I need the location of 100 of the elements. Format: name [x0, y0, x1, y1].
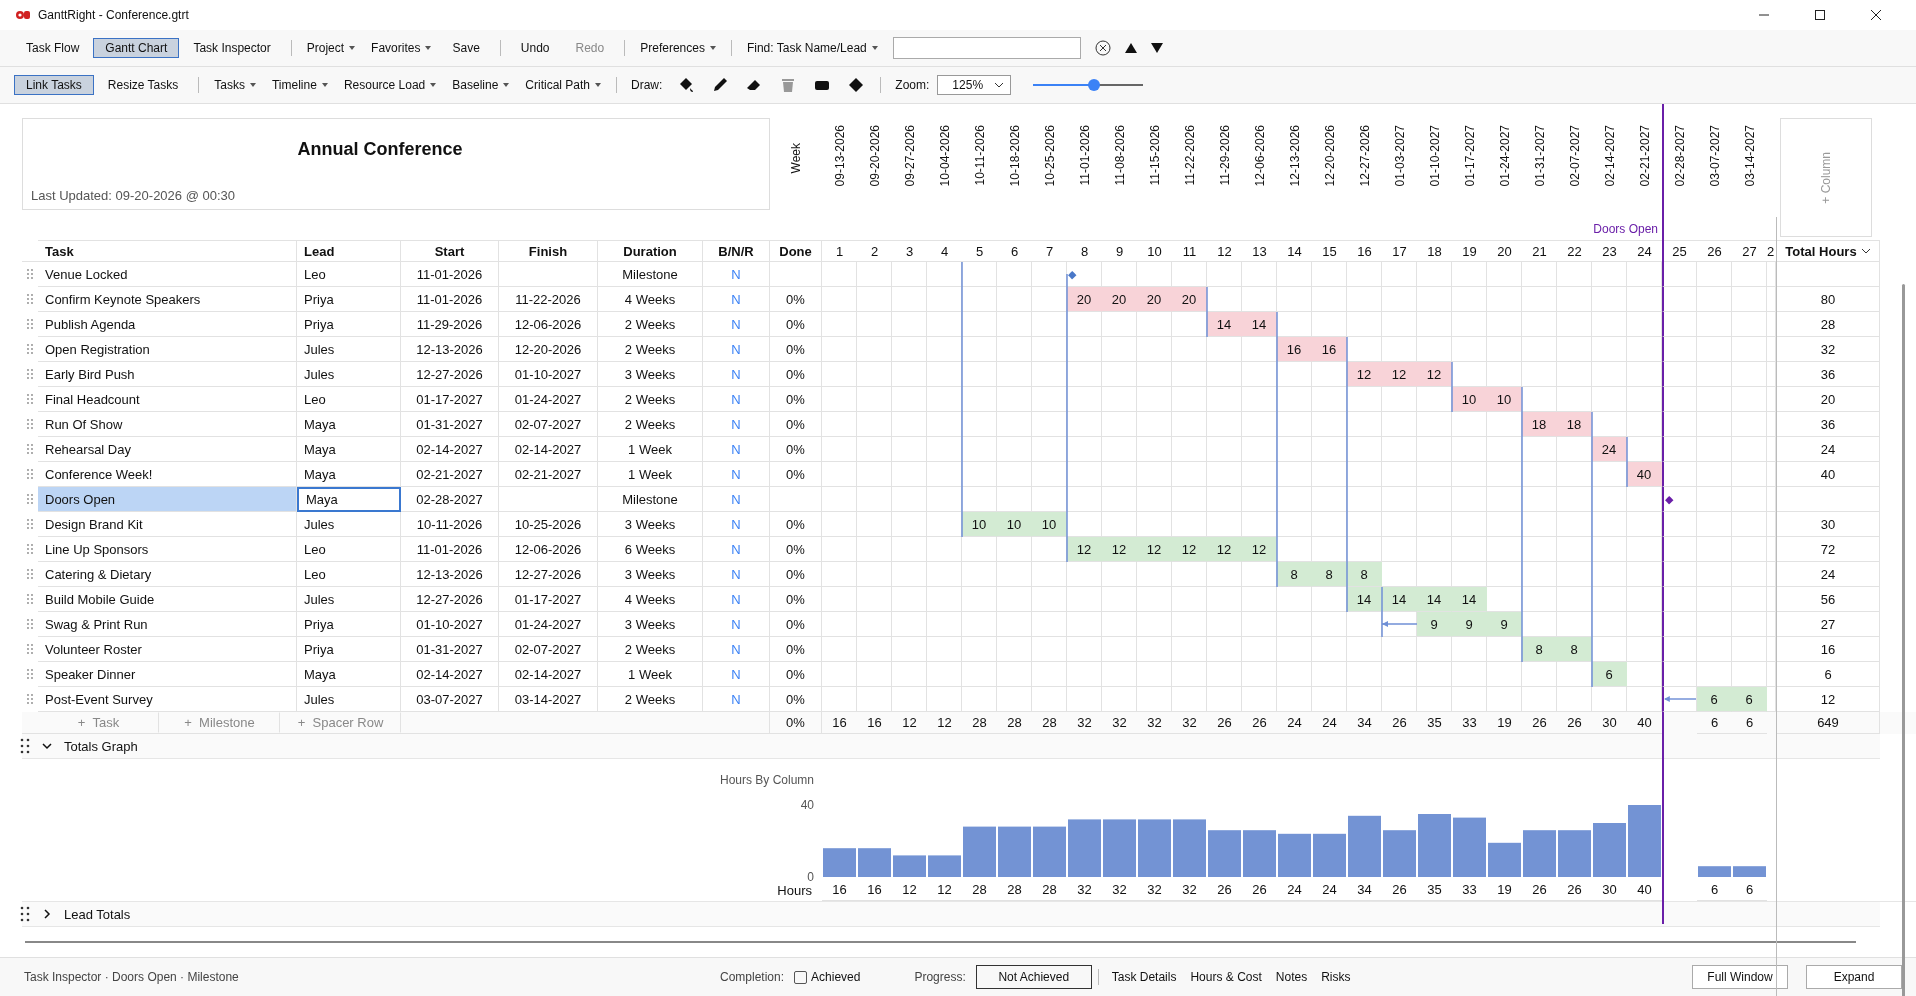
menu-button[interactable]: Find: Task Name/Lead — [739, 38, 885, 58]
hours-cell[interactable]: 12 — [1207, 537, 1242, 562]
lead-cell[interactable]: Priya — [297, 312, 401, 337]
grid-cell[interactable]: ◆ — [1662, 487, 1697, 512]
drag-handle-icon[interactable] — [27, 469, 33, 479]
lead-cell[interactable]: Priya — [297, 637, 401, 662]
hours-cell[interactable]: 14 — [1382, 587, 1417, 612]
hours-cell[interactable]: 8 — [1277, 562, 1312, 587]
column-header[interactable]: Done — [770, 240, 822, 262]
drag-handle-icon[interactable] — [27, 569, 33, 579]
hours-cell[interactable]: 12 — [1067, 537, 1102, 562]
lead-cell[interactable]: Priya — [297, 287, 401, 312]
hours-cell[interactable]: 6 — [1732, 687, 1767, 712]
drag-handle-icon[interactable] — [27, 494, 33, 504]
drag-handle-icon[interactable] — [20, 906, 30, 922]
hours-cell[interactable]: 12 — [1347, 362, 1382, 387]
diamond-icon[interactable] — [847, 76, 866, 94]
lead-cell[interactable]: Priya — [297, 612, 401, 637]
add-row-button[interactable]: + Spacer Row — [280, 712, 401, 733]
menu-button[interactable]: Favorites — [364, 38, 439, 58]
task-name-cell[interactable]: Early Bird Push — [38, 362, 297, 387]
task-name-cell[interactable]: Final Headcount — [38, 387, 297, 412]
menu-button[interactable]: Tasks — [207, 75, 263, 95]
hours-cell[interactable]: 6 — [1697, 687, 1732, 712]
drag-handle-icon[interactable] — [27, 544, 33, 554]
horizontal-scrollbar[interactable] — [25, 941, 1856, 943]
hours-cell[interactable]: 12 — [1242, 537, 1277, 562]
hours-cell[interactable]: 8 — [1557, 637, 1592, 662]
toolbar-button[interactable]: Save — [440, 38, 492, 58]
drag-handle-icon[interactable] — [20, 738, 30, 754]
hours-cell[interactable]: 14 — [1207, 312, 1242, 337]
hours-cell[interactable]: 20 — [1172, 287, 1207, 312]
hours-cell[interactable]: 8 — [1522, 637, 1557, 662]
hours-cell[interactable]: 20 — [1137, 287, 1172, 312]
drag-handle-icon[interactable] — [27, 594, 33, 604]
task-name-cell[interactable]: Confirm Keynote Speakers — [38, 287, 297, 312]
hours-cell[interactable]: 18 — [1557, 412, 1592, 437]
column-header[interactable]: Lead — [297, 240, 401, 262]
hours-cell[interactable]: 8 — [1312, 562, 1347, 587]
drag-handle-icon[interactable] — [27, 444, 33, 454]
column-header[interactable]: Start — [401, 240, 499, 262]
lead-cell[interactable]: Maya — [297, 662, 401, 687]
inspector-tab[interactable]: Hours & Cost — [1183, 969, 1269, 985]
chevron-right-icon[interactable] — [42, 909, 52, 919]
hours-cell[interactable]: 16 — [1312, 337, 1347, 362]
add-row-button[interactable]: + Milestone — [159, 712, 280, 733]
drag-handle-icon[interactable] — [27, 369, 33, 379]
hours-cell[interactable]: 10 — [997, 512, 1032, 537]
find-field[interactable] — [892, 37, 1081, 59]
column-header[interactable]: B/N/R — [703, 240, 770, 262]
lead-cell[interactable]: Leo — [297, 562, 401, 587]
drag-handle-icon[interactable] — [27, 519, 33, 529]
lead-cell[interactable]: Maya — [297, 412, 401, 437]
task-name-cell[interactable]: Run Of Show — [38, 412, 297, 437]
view-tab[interactable]: Link Tasks — [14, 75, 94, 95]
chevron-down-icon[interactable] — [42, 741, 52, 751]
footer-button[interactable]: Full Window — [1692, 965, 1788, 989]
close-icon[interactable] — [1870, 9, 1882, 21]
view-tab[interactable]: Gantt Chart — [93, 38, 180, 58]
drag-handle-icon[interactable] — [27, 619, 33, 629]
view-tab[interactable]: Resize Tasks — [95, 75, 191, 95]
hours-cell[interactable]: 9 — [1452, 612, 1487, 637]
task-name-cell[interactable]: Catering & Dietary — [38, 562, 297, 587]
hours-cell[interactable]: 9 — [1487, 612, 1522, 637]
task-name-cell[interactable]: Design Brand Kit — [38, 512, 297, 537]
drag-handle-icon[interactable] — [27, 669, 33, 679]
column-header[interactable]: Task — [38, 240, 297, 262]
hours-cell[interactable]: 12 — [1172, 537, 1207, 562]
down-arrow-icon[interactable] — [1150, 43, 1163, 53]
hours-cell[interactable]: 12 — [1382, 362, 1417, 387]
drag-handle-icon[interactable] — [27, 419, 33, 429]
hours-cell[interactable]: 12 — [1137, 537, 1172, 562]
lead-cell[interactable]: Maya — [297, 437, 401, 462]
menu-button[interactable]: Preferences — [633, 38, 723, 58]
lead-cell[interactable]: Leo — [297, 537, 401, 562]
hours-cell[interactable]: 18 — [1522, 412, 1557, 437]
achieved-checkbox[interactable] — [794, 970, 808, 984]
drag-handle-icon[interactable] — [27, 319, 33, 329]
task-name-cell[interactable]: Rehearsal Day — [38, 437, 297, 462]
lead-cell[interactable]: Jules — [297, 362, 401, 387]
task-name-cell[interactable]: Speaker Dinner — [38, 662, 297, 687]
hours-cell[interactable]: 12 — [1417, 362, 1452, 387]
task-name-cell[interactable]: Venue Locked — [38, 262, 297, 287]
menu-button[interactable]: Critical Path — [518, 75, 608, 95]
hours-cell[interactable]: 10 — [1487, 387, 1522, 412]
task-name-cell[interactable]: Volunteer Roster — [38, 637, 297, 662]
menu-button[interactable]: Resource Load — [336, 75, 444, 95]
lead-cell[interactable]: Leo — [297, 262, 401, 287]
drag-handle-icon[interactable] — [27, 644, 33, 654]
menu-button[interactable]: Baseline — [445, 75, 517, 95]
inspector-tab[interactable]: Notes — [1268, 969, 1315, 985]
hours-cell[interactable]: 20 — [1102, 287, 1137, 312]
task-name-cell[interactable]: Doors Open — [38, 487, 297, 512]
view-tab[interactable]: Task Flow — [14, 38, 92, 58]
lead-cell[interactable]: Jules — [297, 587, 401, 612]
hours-cell[interactable]: 40 — [1627, 462, 1662, 487]
hours-cell[interactable]: 9 — [1417, 612, 1452, 637]
hours-cell[interactable]: 10 — [1032, 512, 1067, 537]
task-name-cell[interactable]: Publish Agenda — [38, 312, 297, 337]
drag-handle-icon[interactable] — [27, 694, 33, 704]
